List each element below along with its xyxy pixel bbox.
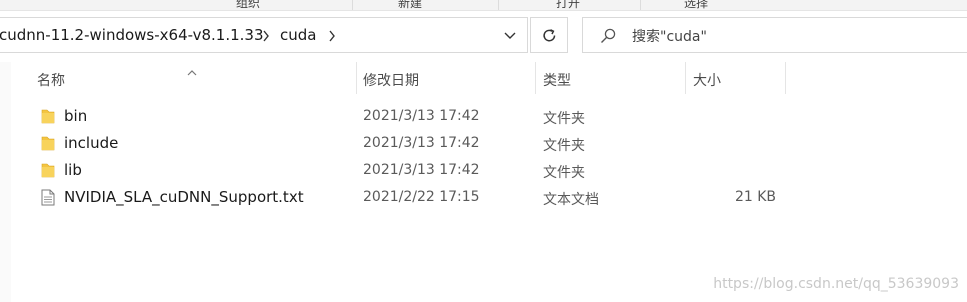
address-bar[interactable]: cudnn-11.2-windows-x64-v8.1.1.33 cuda: [0, 17, 528, 53]
file-type: 文件夹: [543, 165, 585, 181]
file-date: 2021/2/22 17:15: [363, 189, 480, 205]
list-item[interactable]: include 2021/3/13 17:42 文件夹: [30, 130, 770, 157]
ribbon-open-label[interactable]: 打开: [556, 0, 580, 11]
search-placeholder: 搜索"cuda": [632, 29, 707, 45]
folder-icon: [41, 162, 55, 182]
chevron-right-icon[interactable]: [328, 28, 336, 47]
list-item[interactable]: NVIDIA_SLA_cuDNN_Support.txt 2021/2/22 1…: [30, 184, 776, 211]
column-divider[interactable]: [356, 62, 357, 94]
column-type-header[interactable]: 类型: [543, 70, 571, 90]
column-divider[interactable]: [685, 62, 686, 94]
file-date: 2021/3/13 17:42: [363, 108, 480, 124]
file-type: 文件夹: [543, 111, 585, 127]
folder-icon: [41, 135, 55, 155]
list-item[interactable]: lib 2021/3/13 17:42 文件夹: [30, 157, 770, 184]
search-icon: [599, 28, 617, 48]
breadcrumb-parent[interactable]: cudnn-11.2-windows-x64-v8.1.1.33: [0, 26, 264, 44]
column-divider[interactable]: [785, 62, 786, 94]
navigation-pane-edge: [0, 62, 11, 302]
file-name: lib: [64, 161, 82, 179]
column-name-header[interactable]: 名称: [37, 70, 65, 90]
column-size-header[interactable]: 大小: [693, 70, 721, 90]
column-header-row: 名称 修改日期 类型 大小: [0, 62, 967, 94]
file-date: 2021/3/13 17:42: [363, 162, 480, 178]
watermark-url: https://blog.csdn.net/qq_53639093: [713, 276, 959, 292]
file-type: 文件夹: [543, 138, 585, 154]
ribbon-organize-label[interactable]: 组织: [236, 0, 260, 11]
ribbon-divider: [352, 0, 353, 10]
ribbon-divider: [498, 0, 499, 10]
file-type: 文本文档: [543, 192, 599, 208]
folder-icon: [41, 108, 55, 128]
text-file-icon: [41, 189, 55, 210]
ribbon-select-label[interactable]: 选择: [684, 0, 708, 11]
list-item[interactable]: bin 2021/3/13 17:42 文件夹: [30, 103, 770, 130]
file-name: NVIDIA_SLA_cuDNN_Support.txt: [64, 188, 304, 206]
ribbon-new-label[interactable]: 新建: [398, 0, 422, 11]
ribbon-divider: [640, 0, 641, 10]
file-date: 2021/3/13 17:42: [363, 135, 480, 151]
refresh-button[interactable]: [530, 17, 568, 53]
file-size: 21 KB: [734, 189, 776, 205]
file-name: include: [64, 134, 119, 152]
column-divider[interactable]: [535, 62, 536, 94]
breadcrumb-current[interactable]: cuda: [280, 26, 316, 44]
column-date-header[interactable]: 修改日期: [363, 70, 419, 90]
file-name: bin: [64, 107, 88, 125]
chevron-right-icon[interactable]: [262, 28, 270, 47]
ribbon-strip: 组织 新建 打开 选择: [0, 0, 967, 11]
search-input[interactable]: 搜索"cuda": [582, 17, 967, 53]
sort-ascending-icon: [186, 62, 198, 81]
refresh-icon: [543, 29, 556, 42]
chevron-down-icon[interactable]: [498, 27, 522, 45]
